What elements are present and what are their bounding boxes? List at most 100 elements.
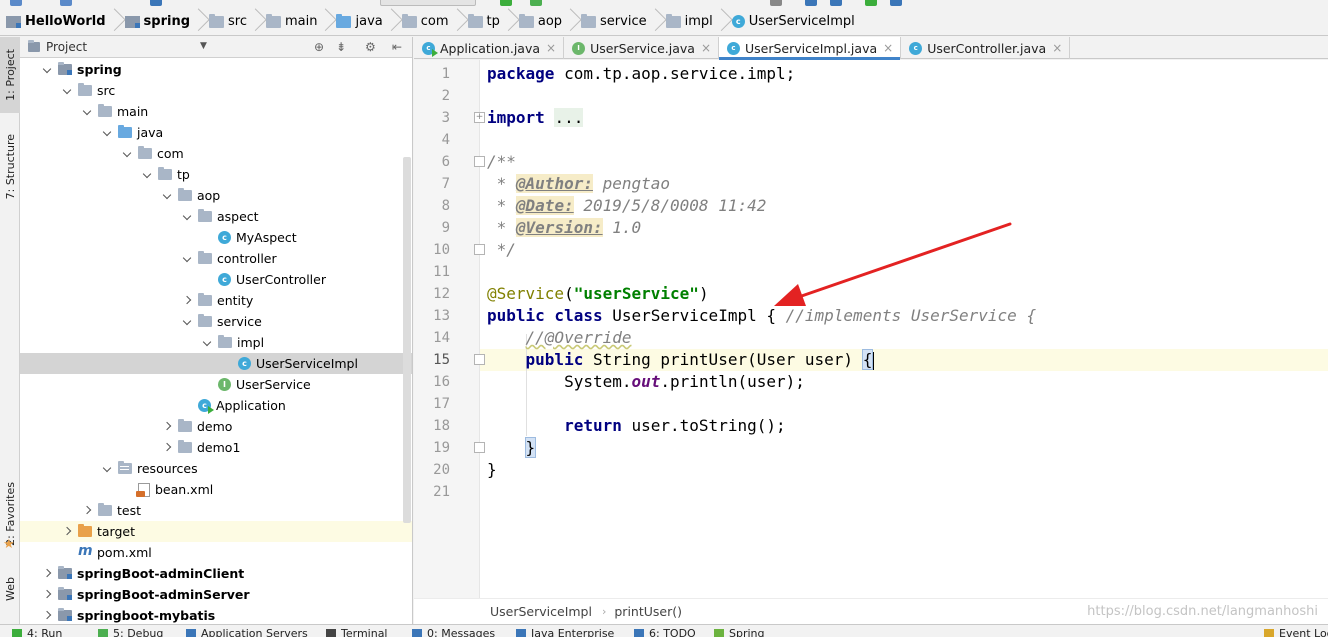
code-line[interactable]: /** xyxy=(487,151,516,173)
tree-item-java[interactable]: java xyxy=(20,122,412,143)
locate-icon[interactable]: ⊕ xyxy=(314,40,324,54)
breadcrumb-item[interactable]: src xyxy=(209,8,266,35)
tree-item-usercontroller[interactable]: c UserController xyxy=(20,269,412,290)
code-line[interactable]: import ... xyxy=(487,107,584,129)
tree-item-userservice[interactable]: I UserService xyxy=(20,374,412,395)
structure-tool-tab[interactable]: 7: Structure xyxy=(0,125,20,209)
close-icon[interactable]: × xyxy=(883,41,893,55)
toolbar-button[interactable] xyxy=(830,0,842,6)
breadcrumb-item[interactable]: service xyxy=(581,8,666,35)
web-tool-tab[interactable]: Web xyxy=(0,569,20,609)
bottom-tab-event-log[interactable]: Event Log xyxy=(1264,627,1328,637)
breadcrumb-class[interactable]: UserServiceImpl xyxy=(490,604,592,619)
code-line[interactable]: return user.toString(); xyxy=(487,415,786,437)
collapse-fold-icon[interactable] xyxy=(474,244,485,255)
chevron-right-icon[interactable] xyxy=(80,506,94,516)
tree-item-src[interactable]: src xyxy=(20,80,412,101)
expand-fold-icon[interactable]: + xyxy=(474,112,485,123)
toolbar-button[interactable] xyxy=(10,0,22,6)
collapse-all-icon[interactable]: ⇟ xyxy=(336,40,346,54)
chevron-down-icon[interactable] xyxy=(180,317,194,327)
view-dropdown-icon[interactable]: ▼ xyxy=(200,41,207,51)
editor-tab-usercontroller-java[interactable]: c UserController.java × xyxy=(901,37,1071,59)
tree-item-application[interactable]: c Application xyxy=(20,395,412,416)
bottom-tab-java-enterprise[interactable]: Java Enterprise xyxy=(516,627,614,637)
toolbar-button[interactable] xyxy=(890,0,902,6)
run-config-selector[interactable] xyxy=(380,0,476,6)
code-line[interactable]: package com.tp.aop.service.impl; xyxy=(487,63,795,85)
breadcrumb-method[interactable]: printUser() xyxy=(614,604,682,619)
bottom-tab-spring[interactable]: Spring xyxy=(714,627,765,637)
collapse-fold-icon[interactable] xyxy=(474,156,485,167)
code-line[interactable]: @Service("userService") xyxy=(487,283,709,305)
chevron-right-icon[interactable] xyxy=(160,443,174,453)
gear-icon[interactable]: ⚙ xyxy=(365,40,376,54)
code-line[interactable]: } xyxy=(487,459,497,481)
close-icon[interactable]: × xyxy=(1052,41,1062,55)
chevron-right-icon[interactable] xyxy=(180,296,194,306)
tree-item-entity[interactable]: entity xyxy=(20,290,412,311)
debug-icon[interactable] xyxy=(530,0,542,6)
chevron-right-icon[interactable] xyxy=(40,569,54,579)
chevron-down-icon[interactable] xyxy=(160,191,174,201)
tree-item-service[interactable]: service xyxy=(20,311,412,332)
tree-item-demo[interactable]: demo xyxy=(20,416,412,437)
tree-item-springboot-adminclient[interactable]: springBoot-adminClient xyxy=(20,563,412,584)
code-line[interactable]: System.out.println(user); xyxy=(487,371,805,393)
code-line[interactable]: * @Date: 2019/5/8/0008 11:42 xyxy=(487,195,766,217)
code-line[interactable]: * @Author: pengtao xyxy=(487,173,670,195)
tree-item-tp[interactable]: tp xyxy=(20,164,412,185)
toolbar-button[interactable] xyxy=(150,0,162,6)
tree-scrollbar[interactable] xyxy=(403,157,411,523)
toolbar-button[interactable] xyxy=(805,0,817,6)
tree-item-main[interactable]: main xyxy=(20,101,412,122)
editor-tab-application-java[interactable]: c Application.java × xyxy=(414,37,565,59)
tree-item-demo1[interactable]: demo1 xyxy=(20,437,412,458)
project-tool-tab[interactable]: 1: Project xyxy=(0,37,20,113)
tree-item-userserviceimpl[interactable]: c UserServiceImpl xyxy=(20,353,412,374)
bottom-tab-0-messages[interactable]: 0: Messages xyxy=(412,627,495,637)
editor-tab-userserviceimpl-java[interactable]: c UserServiceImpl.java × xyxy=(719,37,902,60)
bottom-tab-4-run[interactable]: 4: Run xyxy=(12,627,62,637)
hide-panel-icon[interactable]: ⇤ xyxy=(392,40,402,54)
chevron-right-icon[interactable] xyxy=(40,590,54,600)
chevron-right-icon[interactable] xyxy=(40,611,54,621)
code-editor[interactable]: 1 2 3 +4 6 7 8 9 10 11 12 13 14 15 16 17 18 19 20 21 packag… xyxy=(414,60,1328,598)
tree-item-test[interactable]: test xyxy=(20,500,412,521)
tree-item-resources[interactable]: resources xyxy=(20,458,412,479)
breadcrumb-item[interactable]: java xyxy=(336,8,401,35)
chevron-down-icon[interactable] xyxy=(100,464,114,474)
chevron-down-icon[interactable] xyxy=(120,149,134,159)
bottom-tab-application-servers[interactable]: Application Servers xyxy=(186,627,308,637)
tree-item-aop[interactable]: aop xyxy=(20,185,412,206)
chevron-down-icon[interactable] xyxy=(180,254,194,264)
tree-item-spring[interactable]: spring xyxy=(20,59,412,80)
breadcrumb-item[interactable]: aop xyxy=(518,8,581,35)
chevron-right-icon[interactable] xyxy=(60,527,74,537)
bottom-tab-terminal[interactable]: Terminal xyxy=(326,627,388,637)
breadcrumb-item[interactable]: com xyxy=(401,8,468,35)
tree-item-aspect[interactable]: aspect xyxy=(20,206,412,227)
tree-item-com[interactable]: com xyxy=(20,143,412,164)
toolbar-button[interactable] xyxy=(60,0,72,6)
code-line[interactable]: public String printUser(User user) { xyxy=(487,349,875,371)
breadcrumb-item[interactable]: c UserServiceImpl xyxy=(731,8,855,35)
code-line[interactable]: * @Version: 1.0 xyxy=(487,217,641,239)
toolbar-button[interactable] xyxy=(865,0,877,6)
code-line[interactable]: //@Override xyxy=(487,327,632,349)
close-icon[interactable]: × xyxy=(546,41,556,55)
chevron-down-icon[interactable] xyxy=(60,86,74,96)
chevron-down-icon[interactable] xyxy=(40,65,54,75)
chevron-down-icon[interactable] xyxy=(100,128,114,138)
close-icon[interactable]: × xyxy=(701,41,711,55)
code-line[interactable]: } xyxy=(487,437,537,459)
breadcrumb-item[interactable]: spring xyxy=(124,8,209,35)
chevron-down-icon[interactable] xyxy=(140,170,154,180)
run-icon[interactable] xyxy=(500,0,512,6)
breadcrumb-item[interactable]: impl xyxy=(665,8,732,35)
tree-item-springboot-mybatis[interactable]: springboot-mybatis xyxy=(20,605,412,626)
toolbar-button[interactable] xyxy=(770,0,782,6)
code-line[interactable]: */ xyxy=(487,239,516,261)
tree-item-myaspect[interactable]: c MyAspect xyxy=(20,227,412,248)
tree-item-controller[interactable]: controller xyxy=(20,248,412,269)
